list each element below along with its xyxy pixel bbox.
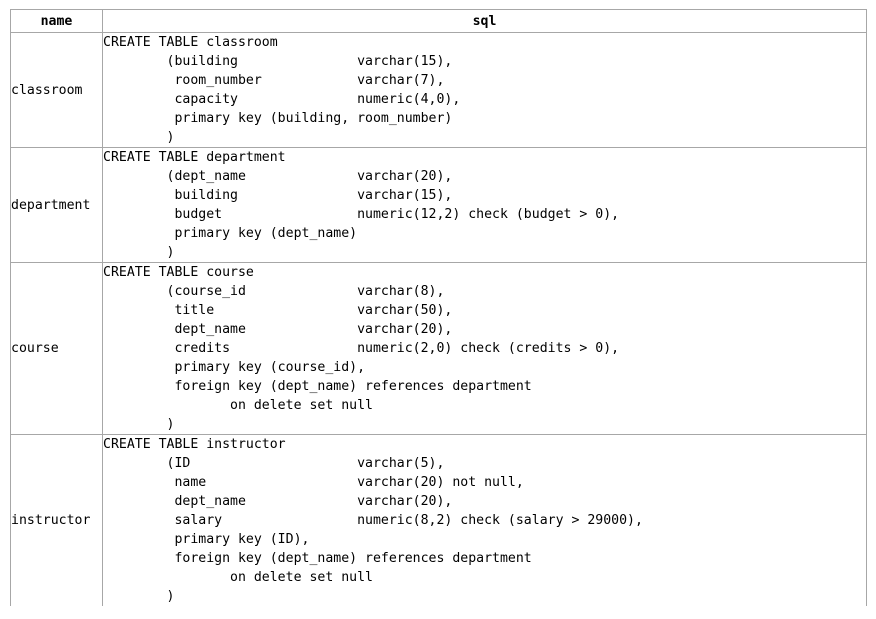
table-row[interactable]: classroom CREATE TABLE classroom (buildi… — [10, 32, 867, 148]
table-name-cell[interactable]: classroom — [10, 32, 103, 148]
column-header-name[interactable]: name — [10, 9, 103, 33]
table-row[interactable]: course CREATE TABLE course (course_id va… — [10, 262, 867, 435]
sql-text: CREATE TABLE classroom (building varchar… — [103, 35, 461, 145]
table-row[interactable]: instructor CREATE TABLE instructor (ID v… — [10, 434, 867, 606]
table-row[interactable]: department CREATE TABLE department (dept… — [10, 147, 867, 263]
sql-text: CREATE TABLE instructor (ID varchar(5), … — [103, 437, 643, 604]
sql-text: CREATE TABLE course (course_id varchar(8… — [103, 265, 620, 432]
schema-table: name sql classroom CREATE TABLE classroo… — [10, 9, 867, 606]
column-header-sql[interactable]: sql — [102, 9, 867, 33]
sql-cell[interactable]: CREATE TABLE classroom (building varchar… — [102, 32, 867, 148]
sql-text: CREATE TABLE department (dept_name varch… — [103, 150, 620, 260]
sql-cell[interactable]: CREATE TABLE instructor (ID varchar(5), … — [102, 434, 867, 606]
sql-cell[interactable]: CREATE TABLE course (course_id varchar(8… — [102, 262, 867, 435]
table-name-cell[interactable]: instructor — [10, 434, 103, 606]
header-row: name sql — [10, 9, 867, 33]
sql-cell[interactable]: CREATE TABLE department (dept_name varch… — [102, 147, 867, 263]
table-name-cell[interactable]: department — [10, 147, 103, 263]
table-name-cell[interactable]: course — [10, 262, 103, 435]
